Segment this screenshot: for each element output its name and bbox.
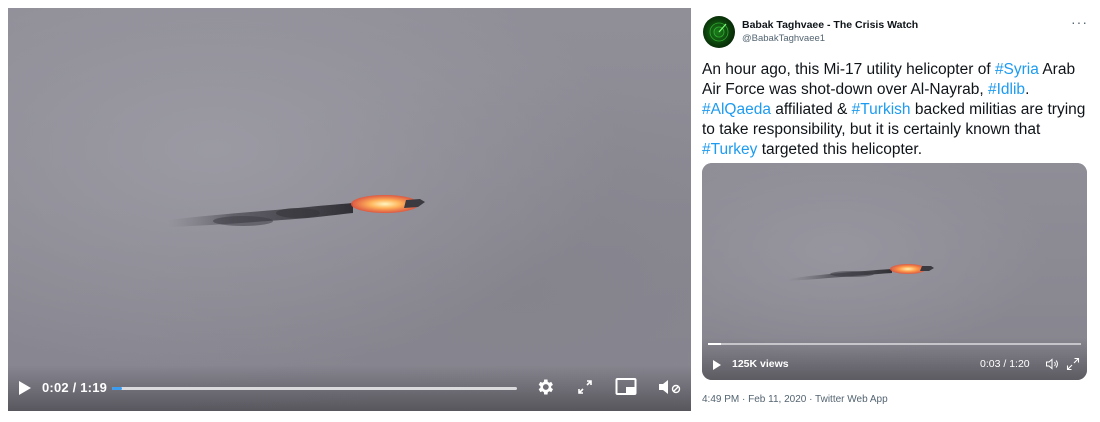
more-icon[interactable]: ···: [1071, 14, 1088, 30]
tweet-text-segment: An hour ago, this Mi-17 utility helicopt…: [702, 61, 995, 78]
play-icon[interactable]: [19, 381, 31, 395]
volume-icon[interactable]: [1045, 357, 1059, 371]
tweet-text-segment: targeted this helicopter.: [757, 141, 922, 158]
embedded-video-time: 0:03 / 1:20: [980, 358, 1030, 370]
video-controls: 0:02 / 1:19: [8, 365, 691, 411]
hashtag-link[interactable]: #AlQaeda: [702, 101, 771, 118]
tweet-timestamp[interactable]: 4:49 PM · Feb 11, 2020: [702, 394, 806, 405]
tweet-text-segment: affiliated &: [770, 101, 852, 118]
helicopter-scene: [168, 195, 425, 227]
tweet-client[interactable]: Twitter Web App: [815, 394, 888, 405]
play-icon[interactable]: [713, 360, 721, 370]
gear-icon[interactable]: [535, 377, 555, 397]
progress-bar[interactable]: [112, 387, 517, 390]
video-time: 0:02 / 1:19: [42, 380, 108, 395]
fullscreen-icon[interactable]: [577, 379, 593, 395]
embedded-progress-bar[interactable]: [708, 343, 1081, 345]
video-frame: [8, 8, 691, 411]
radar-avatar-image: [709, 22, 729, 42]
fullscreen-icon[interactable]: [1066, 357, 1080, 371]
progress-fill: [112, 387, 123, 390]
author-name[interactable]: Babak Taghvaee - The Crisis Watch: [742, 19, 918, 31]
volume-muted-icon[interactable]: [657, 377, 683, 397]
tweet-text-segment: .: [1025, 81, 1030, 98]
tweet-metadata: 4:49 PM · Feb 11, 2020 · Twitter Web App: [702, 394, 888, 405]
tweet: Babak Taghvaee - The Crisis Watch @Babak…: [700, 0, 1100, 422]
embedded-video[interactable]: 125K views 0:03 / 1:20: [702, 163, 1087, 380]
avatar[interactable]: [703, 16, 735, 48]
tweet-text: An hour ago, this Mi-17 utility helicopt…: [702, 60, 1092, 160]
hashtag-link[interactable]: #Syria: [995, 61, 1039, 78]
pip-icon[interactable]: [615, 377, 637, 397]
hashtag-link[interactable]: #Turkish: [852, 101, 911, 118]
hashtag-link[interactable]: #Idlib: [988, 81, 1025, 98]
hashtag-link[interactable]: #Turkey: [702, 141, 757, 158]
embedded-progress-fill: [708, 343, 722, 345]
view-count: 125K views: [732, 358, 789, 370]
video-player[interactable]: 0:02 / 1:19: [8, 8, 691, 411]
author-handle[interactable]: @BabakTaghvaee1: [742, 33, 825, 44]
meta-separator: ·: [806, 394, 816, 405]
